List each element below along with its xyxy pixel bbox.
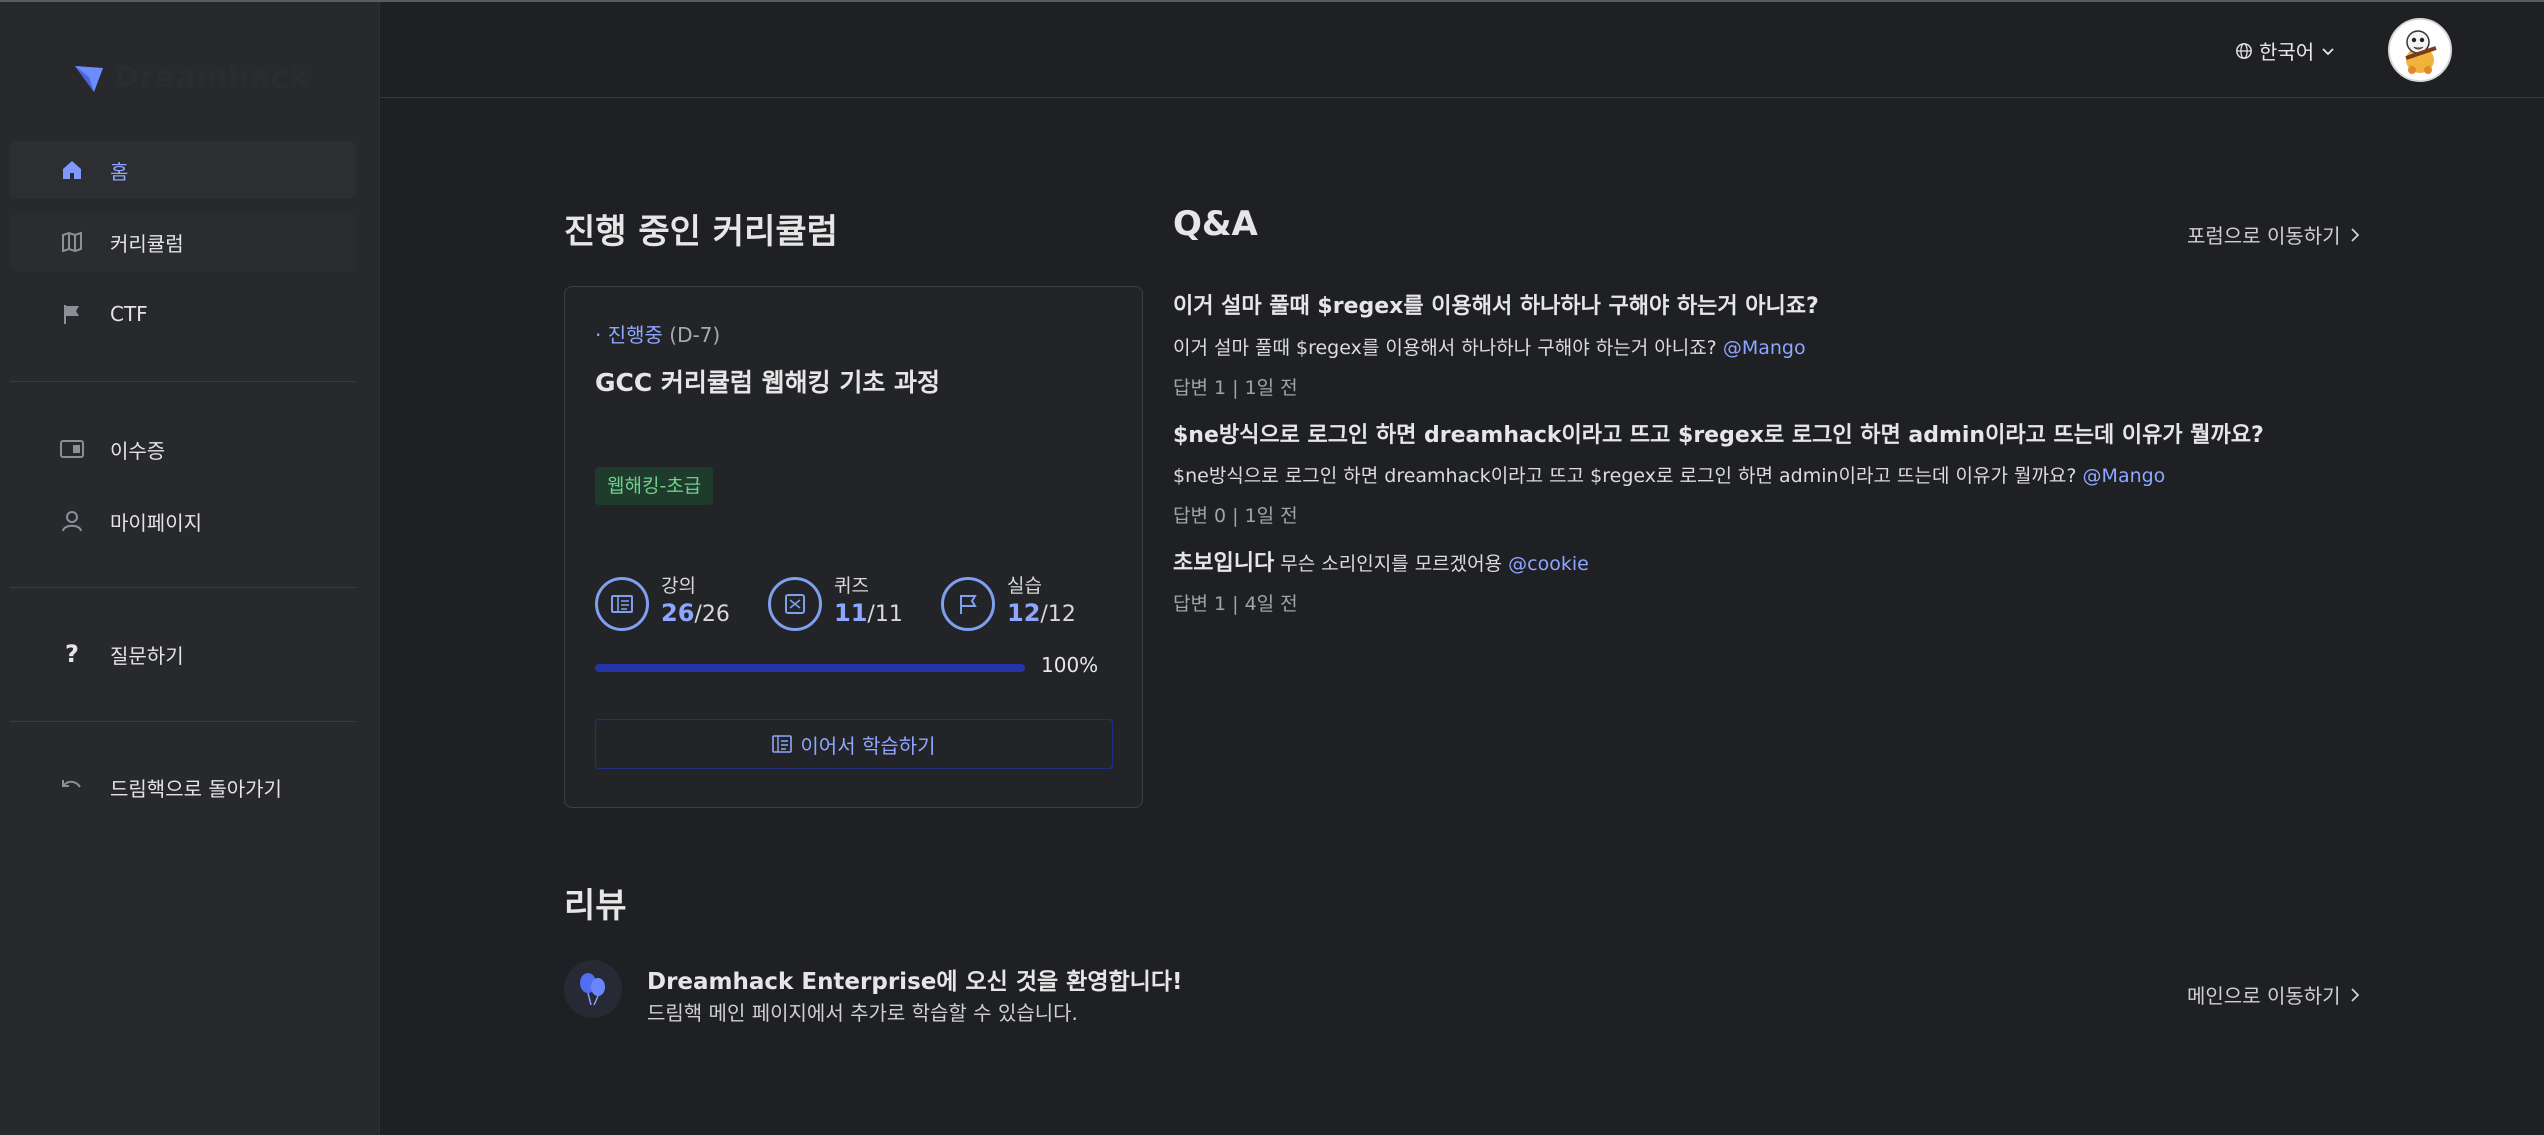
practice-total: /12 [1040, 602, 1076, 627]
language-label: 한국어 [2259, 40, 2315, 64]
question-mention[interactable]: @Mango [2083, 465, 2166, 487]
progress-bar [595, 664, 1025, 672]
question-body-text: 무슨 소리인지를 모르겠어용 [1280, 553, 1503, 575]
certificate-icon [58, 435, 86, 463]
lecture-done: 26 [661, 599, 695, 627]
go-to-main-label: 메인으로 이동하기 [2187, 984, 2341, 1008]
course-tag: 웹해킹-초급 [595, 467, 714, 505]
question-body: $ne방식으로 로그인 하면 dreamhack이라고 뜨고 $regex로 로… [1173, 461, 2165, 488]
sidebar-item-mypage[interactable]: 마이페이지 [10, 492, 356, 550]
review-title: Dreamhack Enterprise에 오신 것을 환영합니다! [647, 969, 1183, 995]
top-header: 한국어 [381, 2, 2544, 98]
question-meta: 답변 1 | 4일 전 [1173, 593, 1298, 615]
sidebar-item-ask[interactable]: ? 질문하기 [10, 625, 356, 683]
practice-count: 12/12 [1007, 599, 1076, 627]
sidebar-item-label: CTF [110, 302, 148, 326]
sidebar: Dreamhack 홈 커리큘럼 CTF 이수증 마이페이지 ? 질문하기 드림… [0, 2, 380, 1135]
go-to-main-link[interactable]: 메인으로 이동하기 [2187, 980, 2361, 1009]
practice-done: 12 [1007, 599, 1041, 627]
sidebar-item-label: 홈 [110, 159, 129, 184]
sidebar-item-home[interactable]: 홈 [10, 141, 356, 199]
sidebar-divider [10, 381, 356, 382]
question-title[interactable]: 초보입니다 [1173, 551, 1274, 576]
sidebar-item-label: 이수증 [110, 438, 166, 463]
lecture-book-icon [772, 735, 793, 753]
question-mention[interactable]: @Mango [1723, 337, 1806, 359]
quiz-total: /11 [867, 602, 903, 627]
chevron-right-icon [2350, 987, 2359, 1002]
course-title: GCC 커리큘럼 웹해킹 기초 과정 [595, 368, 941, 397]
flag-icon [58, 300, 86, 328]
dreamhack-logo-icon [75, 65, 103, 92]
question-body-text: $ne방식으로 로그인 하면 dreamhack이라고 뜨고 $regex로 로… [1173, 465, 2077, 487]
dreamhack-logo[interactable]: Dreamhack [72, 60, 309, 95]
quiz-done: 11 [834, 599, 868, 627]
lecture-label: 강의 [661, 575, 696, 597]
language-selector[interactable]: 한국어 [2235, 36, 2336, 65]
sidebar-item-ctf[interactable]: CTF [10, 285, 356, 343]
question-inline: 초보입니다 무슨 소리인지를 모르겠어용 @cookie [1173, 545, 1589, 577]
user-avatar[interactable] [2388, 18, 2452, 82]
question-meta: 답변 0 | 1일 전 [1173, 505, 1298, 527]
globe-icon [2236, 42, 2252, 59]
map-icon [58, 228, 86, 256]
dreamhack-logo-text: Dreamhack [114, 60, 310, 95]
question-title[interactable]: 이거 설마 풀때 $regex를 이용해서 하나하나 구해야 하는거 아니죠? [1173, 288, 1819, 320]
question-title[interactable]: $ne방식으로 로그인 하면 dreamhack이라고 뜨고 $regex로 로… [1173, 417, 2264, 449]
sidebar-item-label: 커리큘럼 [110, 231, 184, 256]
quiz-icon [768, 577, 822, 631]
question-mention[interactable]: @cookie [1508, 553, 1589, 575]
sidebar-item-curriculum[interactable]: 커리큘럼 [10, 213, 356, 271]
home-icon [58, 156, 86, 184]
continue-learning-button[interactable]: 이어서 학습하기 [595, 719, 1113, 769]
go-to-forum-link[interactable]: 포럼으로 이동하기 [2187, 220, 2361, 249]
review-subtitle: 드림핵 메인 페이지에서 추가로 학습할 수 있습니다. [647, 1001, 1078, 1025]
chevron-down-icon [2322, 47, 2334, 55]
curriculum-section-title: 진행 중인 커리큘럼 [564, 212, 838, 252]
question-meta: 답변 1 | 1일 전 [1173, 377, 1298, 399]
question-body-text: 이거 설마 풀때 $regex를 이용해서 하나하나 구해야 하는거 아니죠? [1173, 337, 1717, 359]
go-to-forum-label: 포럼으로 이동하기 [2187, 224, 2341, 248]
progress-fill [595, 664, 1025, 672]
quiz-label: 퀴즈 [834, 575, 869, 597]
avatar-image [2390, 20, 2450, 80]
continue-learning-label: 이어서 학습하기 [800, 733, 936, 758]
sidebar-divider [10, 587, 356, 588]
question-icon: ? [65, 640, 79, 668]
sidebar-item-back-to-dreamhack[interactable]: 드림핵으로 돌아가기 [10, 758, 356, 816]
quiz-count: 11/11 [834, 599, 903, 627]
status-badge: · 진행중 [595, 323, 663, 347]
curriculum-status: · 진행중 (D-7) [595, 319, 720, 348]
sidebar-item-label: 마이페이지 [110, 510, 202, 535]
lecture-icon [595, 577, 649, 631]
practice-flag-icon [941, 577, 995, 631]
undo-icon [58, 773, 86, 801]
qa-section-title: Q&A [1173, 204, 1258, 244]
question-body: 이거 설마 풀때 $regex를 이용해서 하나하나 구해야 하는거 아니죠? … [1173, 333, 1806, 360]
user-icon [58, 507, 86, 535]
lecture-count: 26/26 [661, 599, 730, 627]
practice-label: 실습 [1007, 575, 1042, 597]
progress-percent: 100% [1041, 653, 1099, 677]
lecture-total: /26 [694, 602, 730, 627]
status-deadline: (D-7) [669, 323, 721, 347]
review-section-title: 리뷰 [564, 886, 627, 926]
curriculum-card[interactable]: · 진행중 (D-7) GCC 커리큘럼 웹해킹 기초 과정 웹해킹-초급 강의… [564, 286, 1143, 808]
sidebar-item-label: 질문하기 [110, 643, 184, 668]
sidebar-item-label: 드림핵으로 돌아가기 [110, 776, 282, 801]
balloon-icon [564, 960, 622, 1018]
sidebar-item-certificate[interactable]: 이수증 [10, 420, 356, 478]
sidebar-divider [10, 721, 356, 722]
chevron-right-icon [2350, 227, 2359, 242]
